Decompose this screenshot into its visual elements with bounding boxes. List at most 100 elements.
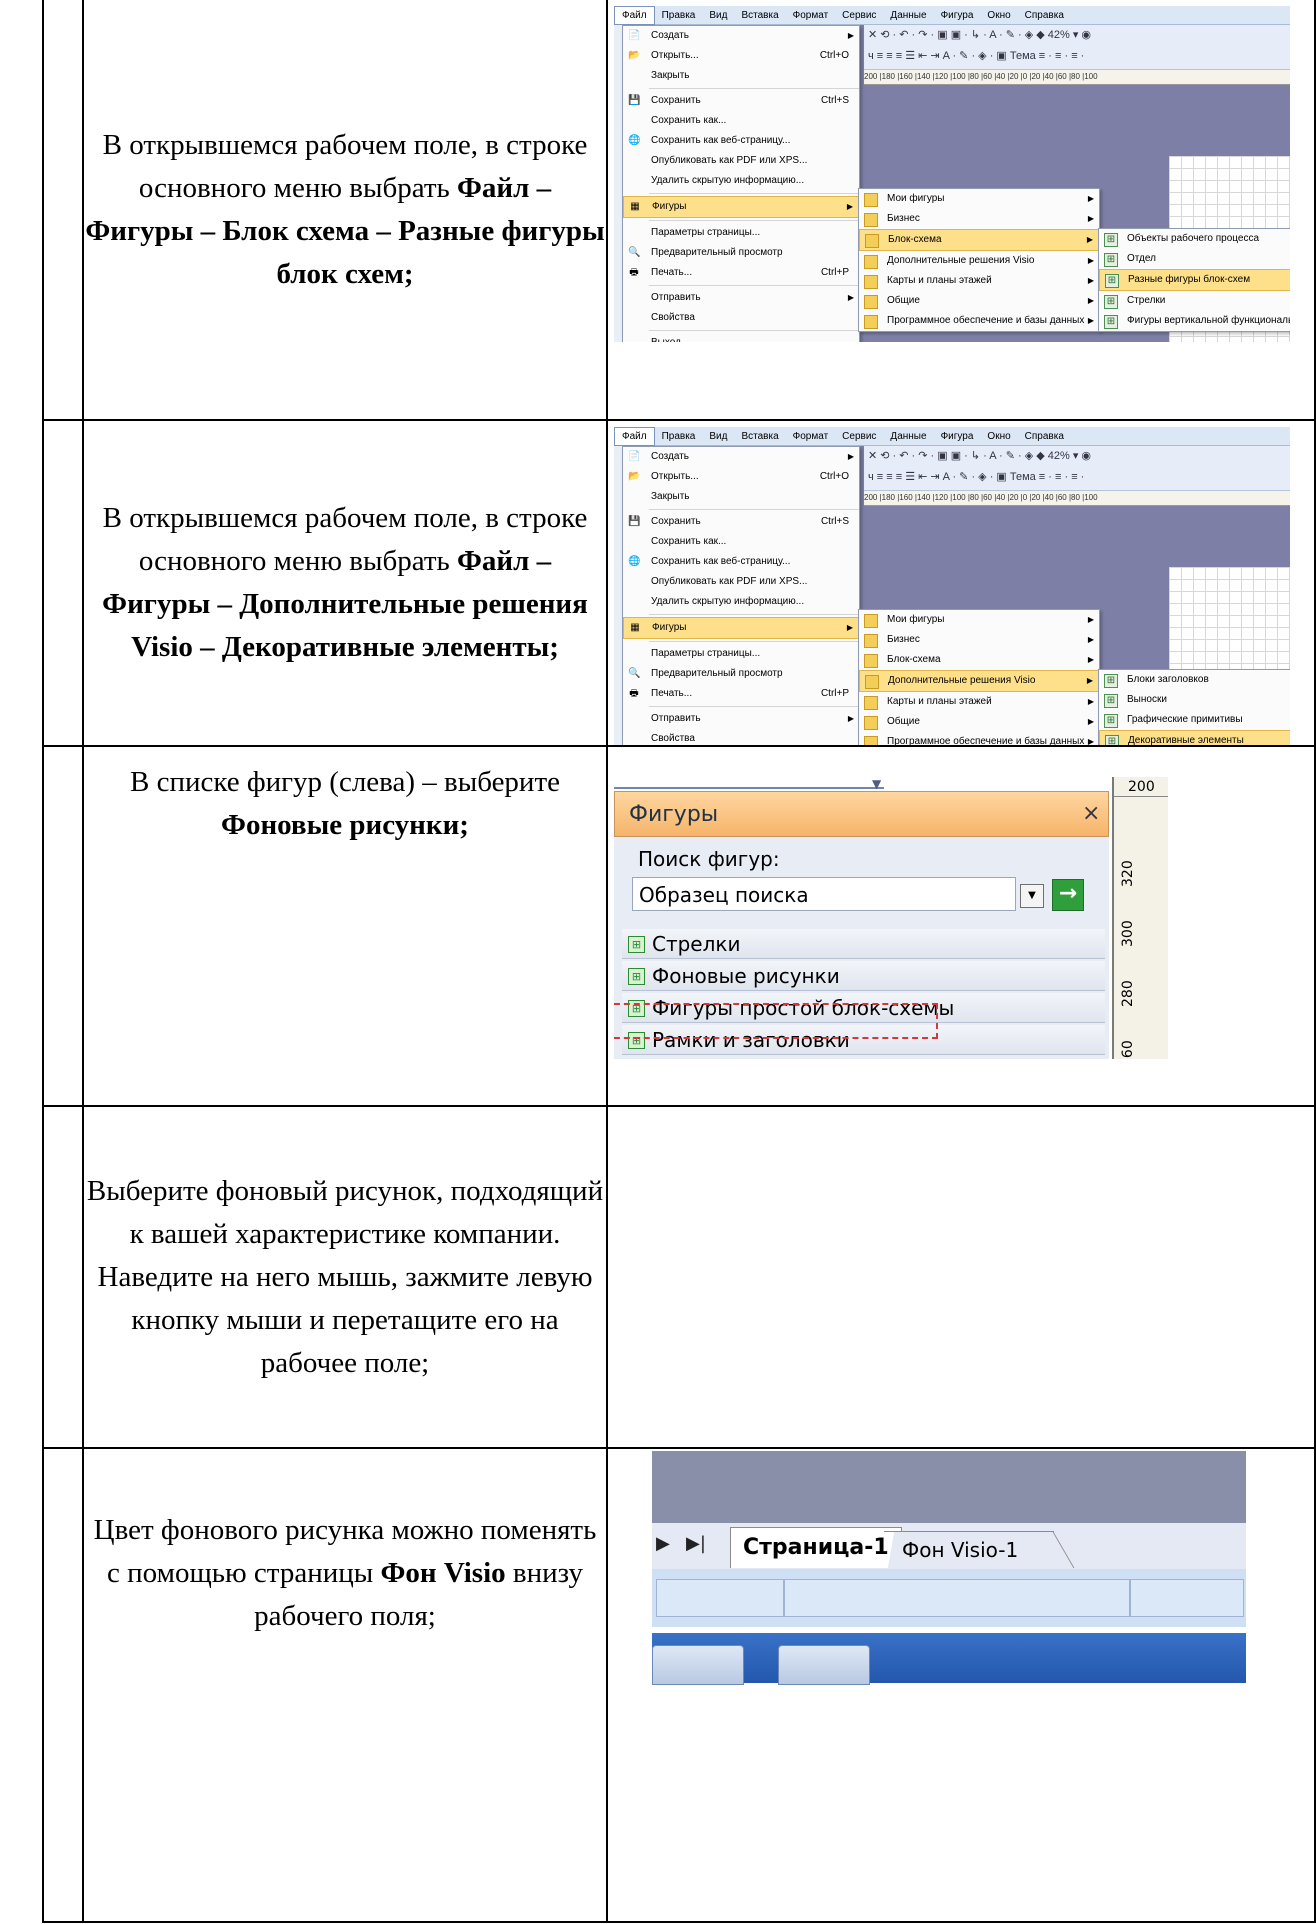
menu-item[interactable]: Закрыть [623,487,859,507]
menu-item[interactable]: Блок-схема ▶ [859,229,1099,251]
menu-view[interactable]: Вид [702,428,734,445]
menu-file[interactable]: Файл [614,6,655,25]
menu-item[interactable]: ⊞ Объекты рабочего процесса [1099,229,1290,249]
shortcut-label: Ctrl+S [820,95,849,106]
menu-item[interactable]: 🔍 Предварительный просмотр [623,243,859,263]
menu-tools[interactable]: Сервис [835,7,883,24]
menu-item[interactable]: Сохранить как... [623,532,859,552]
collapse-triangle-icon[interactable]: ▼ [872,777,881,791]
menu-item[interactable]: Дополнительные решения Visio ▶ [859,670,1099,692]
menu-item[interactable]: Удалить скрытую информацию... [623,592,859,612]
menu-window[interactable]: Окно [980,7,1017,24]
menu-item[interactable]: Закрыть [623,66,859,86]
menu-item[interactable]: Свойства [623,308,859,328]
menu-help[interactable]: Справка [1018,7,1071,24]
tab-background-visio[interactable]: Фон Visio-1 [884,1531,1055,1568]
menu-item[interactable]: 📂 Открыть... Ctrl+O [623,467,859,487]
shortcut-label: Ctrl+S [820,516,849,527]
menu-item[interactable]: ⊞ Графические примитивы [1099,710,1290,730]
submenu-arrow-icon: ▶ [1087,296,1094,305]
menu-help[interactable]: Справка [1018,428,1071,445]
toolbar-row[interactable]: ✕ ⟲ · ↶ · ↷ · ▣ ▣ · ↳ · A · ✎ · ◈ ◆ 42% … [864,446,1290,467]
menu-item[interactable]: Опубликовать как PDF или XPS... [623,572,859,592]
toolbar-row[interactable]: ч ≡ ≡ ≡ ☰ ⇤ ⇥ A · ✎ · ◈ · ▣ Тема ≡ · ≡ ·… [864,46,1290,67]
menu-format[interactable]: Формат [786,7,836,24]
submenu-arrow-icon: ▶ [847,31,854,40]
menu-shape[interactable]: Фигура [934,7,981,24]
menu-item[interactable]: Общие ▶ [859,712,1099,732]
step-number-cell [42,745,84,1107]
menu-item-label: Бизнес [887,213,920,224]
menu-item[interactable]: ⊞ Блоки заголовков [1099,670,1290,690]
menu-item[interactable]: 💾 Сохранить Ctrl+S [623,512,859,532]
menu-item[interactable]: ⊞ Фигуры вертикальной функциональной [1099,311,1290,331]
menu-insert[interactable]: Вставка [734,428,785,445]
menu-data[interactable]: Данные [883,7,933,24]
menu-item[interactable]: Общие ▶ [859,291,1099,311]
menu-item[interactable]: 🖶 Печать... Ctrl+P [623,684,859,704]
menu-item[interactable]: 🌐 Сохранить как веб-страницу... [623,552,859,572]
menu-item[interactable]: ⊞ Стрелки [1099,291,1290,311]
menu-item[interactable]: Свойства [623,729,859,744]
category-arrows[interactable]: ⊞ Стрелки [622,929,1105,959]
close-icon[interactable]: × [1082,791,1100,837]
menu-shape[interactable]: Фигура [934,428,981,445]
menu-item[interactable]: Карты и планы этажей ▶ [859,692,1099,712]
menu-item[interactable]: Мои фигуры ▶ [859,610,1099,630]
menu-item[interactable]: Программное обеспечение и базы данных ▶ [859,311,1099,331]
menu-item[interactable]: Бизнес ▶ [859,209,1099,229]
search-input[interactable]: Образец поиска [632,877,1016,911]
menu-edit[interactable]: Правка [655,428,703,445]
menu-item[interactable]: Отправить ▶ [623,288,859,308]
menu-item[interactable]: ⊞ Отдел [1099,249,1290,269]
menu-insert[interactable]: Вставка [734,7,785,24]
menu-item-label: Создать [651,451,690,462]
next-page-icon[interactable]: ▶ [656,1533,670,1554]
menu-item[interactable]: Опубликовать как PDF или XPS... [623,151,859,171]
menu-item[interactable]: Сохранить как... [623,111,859,131]
tab-page-1[interactable]: Страница-1 [730,1527,902,1568]
menu-item[interactable]: Блок-схема ▶ [859,650,1099,670]
menu-item[interactable]: Параметры страницы... [623,223,859,243]
menu-item[interactable]: Параметры страницы... [623,644,859,664]
menu-item[interactable]: Выход [623,333,859,342]
toolbar-row[interactable]: ✕ ⟲ · ↶ · ↷ · ▣ ▣ · ↳ · A · ✎ · ◈ ◆ 42% … [864,25,1290,46]
menu-item[interactable]: Отправить ▶ [623,709,859,729]
screenshot-file-menu-flowchart: Файл Правка Вид Вставка Формат Сервис Данные Фи… [606,0,1316,421]
status-bar [652,1569,1246,1627]
menu-tools[interactable]: Сервис [835,428,883,445]
menu-format[interactable]: Формат [786,428,836,445]
dropdown-arrow-icon[interactable]: ▼ [1020,884,1044,908]
search-go-button[interactable]: → [1052,879,1084,911]
menu-item[interactable]: Карты и планы этажей ▶ [859,271,1099,291]
category-backgrounds[interactable]: ⊞ Фоновые рисунки [622,961,1105,991]
menu-item[interactable]: Дополнительные решения Visio ▶ [859,251,1099,271]
menu-item[interactable]: Мои фигуры ▶ [859,189,1099,209]
menu-window[interactable]: Окно [980,428,1017,445]
menu-edit[interactable]: Правка [655,7,703,24]
toolbar-row[interactable]: ч ≡ ≡ ≡ ☰ ⇤ ⇥ A · ✎ · ◈ · ▣ Тема ≡ · ≡ ·… [864,467,1290,488]
menu-item[interactable]: 📄 Создать ▶ [623,26,859,46]
menu-item[interactable]: 🖶 Печать... Ctrl+P [623,263,859,283]
menu-item[interactable]: ⊞ Декоративные элементы [1099,730,1290,744]
menu-item[interactable]: ▦ Фигуры ▶ [623,196,859,218]
menu-item-label: Карты и планы этажей [887,275,992,286]
menu-item[interactable]: 📂 Открыть... Ctrl+O [623,46,859,66]
menu-item[interactable]: Бизнес ▶ [859,630,1099,650]
menu-item[interactable]: ⊞ Разные фигуры блок-схем [1099,269,1290,291]
menu-view[interactable]: Вид [702,7,734,24]
menu-item[interactable]: 🌐 Сохранить как веб-страницу... [623,131,859,151]
taskbar-button[interactable] [652,1645,744,1685]
menu-item-label: Дополнительные решения Visio [888,675,1036,686]
menu-data[interactable]: Данные [883,428,933,445]
menu-item[interactable]: Программное обеспечение и базы данных ▶ [859,732,1099,744]
menu-file[interactable]: Файл [614,427,655,446]
menu-item[interactable]: ⊞ Выноски [1099,690,1290,710]
menu-item[interactable]: 📄 Создать ▶ [623,447,859,467]
menu-item[interactable]: 💾 Сохранить Ctrl+S [623,91,859,111]
menu-item[interactable]: 🔍 Предварительный просмотр [623,664,859,684]
menu-item[interactable]: ▦ Фигуры ▶ [623,617,859,639]
last-page-icon[interactable]: ▶| [686,1533,706,1554]
menu-item[interactable]: Удалить скрытую информацию... [623,171,859,191]
taskbar-button[interactable] [778,1645,870,1685]
